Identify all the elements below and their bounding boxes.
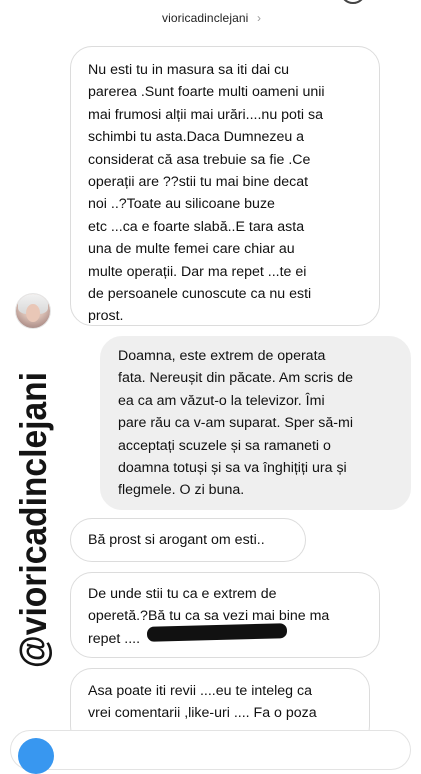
message-line: pare rău ca v-am suparat. Sper să-mi	[118, 415, 353, 432]
message-line: multe operații. Dar ma repet ...te ei	[88, 263, 307, 280]
message-bubble-outgoing: Doamna, este extrem de operata fata. Ner…	[100, 336, 411, 510]
message-line: mai frumosi alții mai urări....nu poti s…	[88, 106, 323, 123]
message-line: Bă prost si arogant om esti..	[88, 532, 265, 548]
avatar-face	[26, 304, 40, 322]
chevron-right-icon[interactable]: ›	[257, 11, 261, 25]
header-info-icon[interactable]	[340, 0, 366, 4]
chat-header: viori​cadinclejani ›	[0, 0, 421, 32]
message-line: Nu esti tu in masura sa iti dai cu	[88, 62, 290, 78]
message-line: considerat că asa trebuie sa fie .Ce	[88, 151, 311, 168]
message-line: fata. Nereușit din păcate. Am scris de	[118, 370, 353, 387]
message-bubble-incoming: Nu esti tu in masura sa iti dai cu parer…	[70, 46, 380, 326]
message-line: schimbi tu asta.Daca Dumnezeu a	[88, 129, 305, 146]
message-line: De unde stii tu ca e extrem de	[88, 586, 277, 602]
message-line: una de multe femei care chiar au	[88, 241, 295, 258]
message-line: parerea .Sunt foarte multi oameni unii	[88, 84, 325, 101]
message-line: operații are ??stii tu mai bine decat	[88, 174, 309, 191]
sender-avatar[interactable]	[16, 294, 50, 328]
message-line: noi ..?Toate au silicoane buze	[88, 196, 275, 213]
message-line: vrei comentarii ,like-uri .... Fa o poza	[88, 705, 317, 722]
header-username[interactable]: viori​cadinclejani	[162, 11, 248, 25]
watermark-text: @viori​cadinclejani	[13, 372, 54, 668]
message-bubble-incoming: De unde stii tu ca e extrem de operetă.?…	[70, 572, 380, 658]
message-line: etc ...ca e foarte slabă..E tara asta	[88, 218, 305, 235]
message-line: acceptați scuzele și sa ramaneti o	[118, 437, 331, 454]
message-line: ea ca am văzut-o la televizor. Îmi	[118, 392, 325, 409]
watermark-text-graphic: @viori​cadinclejani	[13, 372, 54, 668]
message-line: doamna totuși și sa va înghițiți ura și	[118, 460, 347, 477]
message-line: Asa poate iti revii ....eu te inteleg ca	[88, 683, 312, 699]
message-line: Doamna, este extrem de operata	[118, 348, 326, 364]
camera-icon[interactable]	[18, 738, 54, 774]
message-line: prost.	[88, 308, 124, 325]
vertical-watermark: @viori​cadinclejani	[10, 372, 54, 668]
message-bubble-incoming: Bă prost si arogant om esti..	[70, 518, 306, 562]
message-composer[interactable]	[10, 730, 411, 770]
message-line: flegmele. O zi buna.	[118, 482, 245, 499]
message-line: de persoanele cunoscute ca nu esti	[88, 286, 312, 303]
